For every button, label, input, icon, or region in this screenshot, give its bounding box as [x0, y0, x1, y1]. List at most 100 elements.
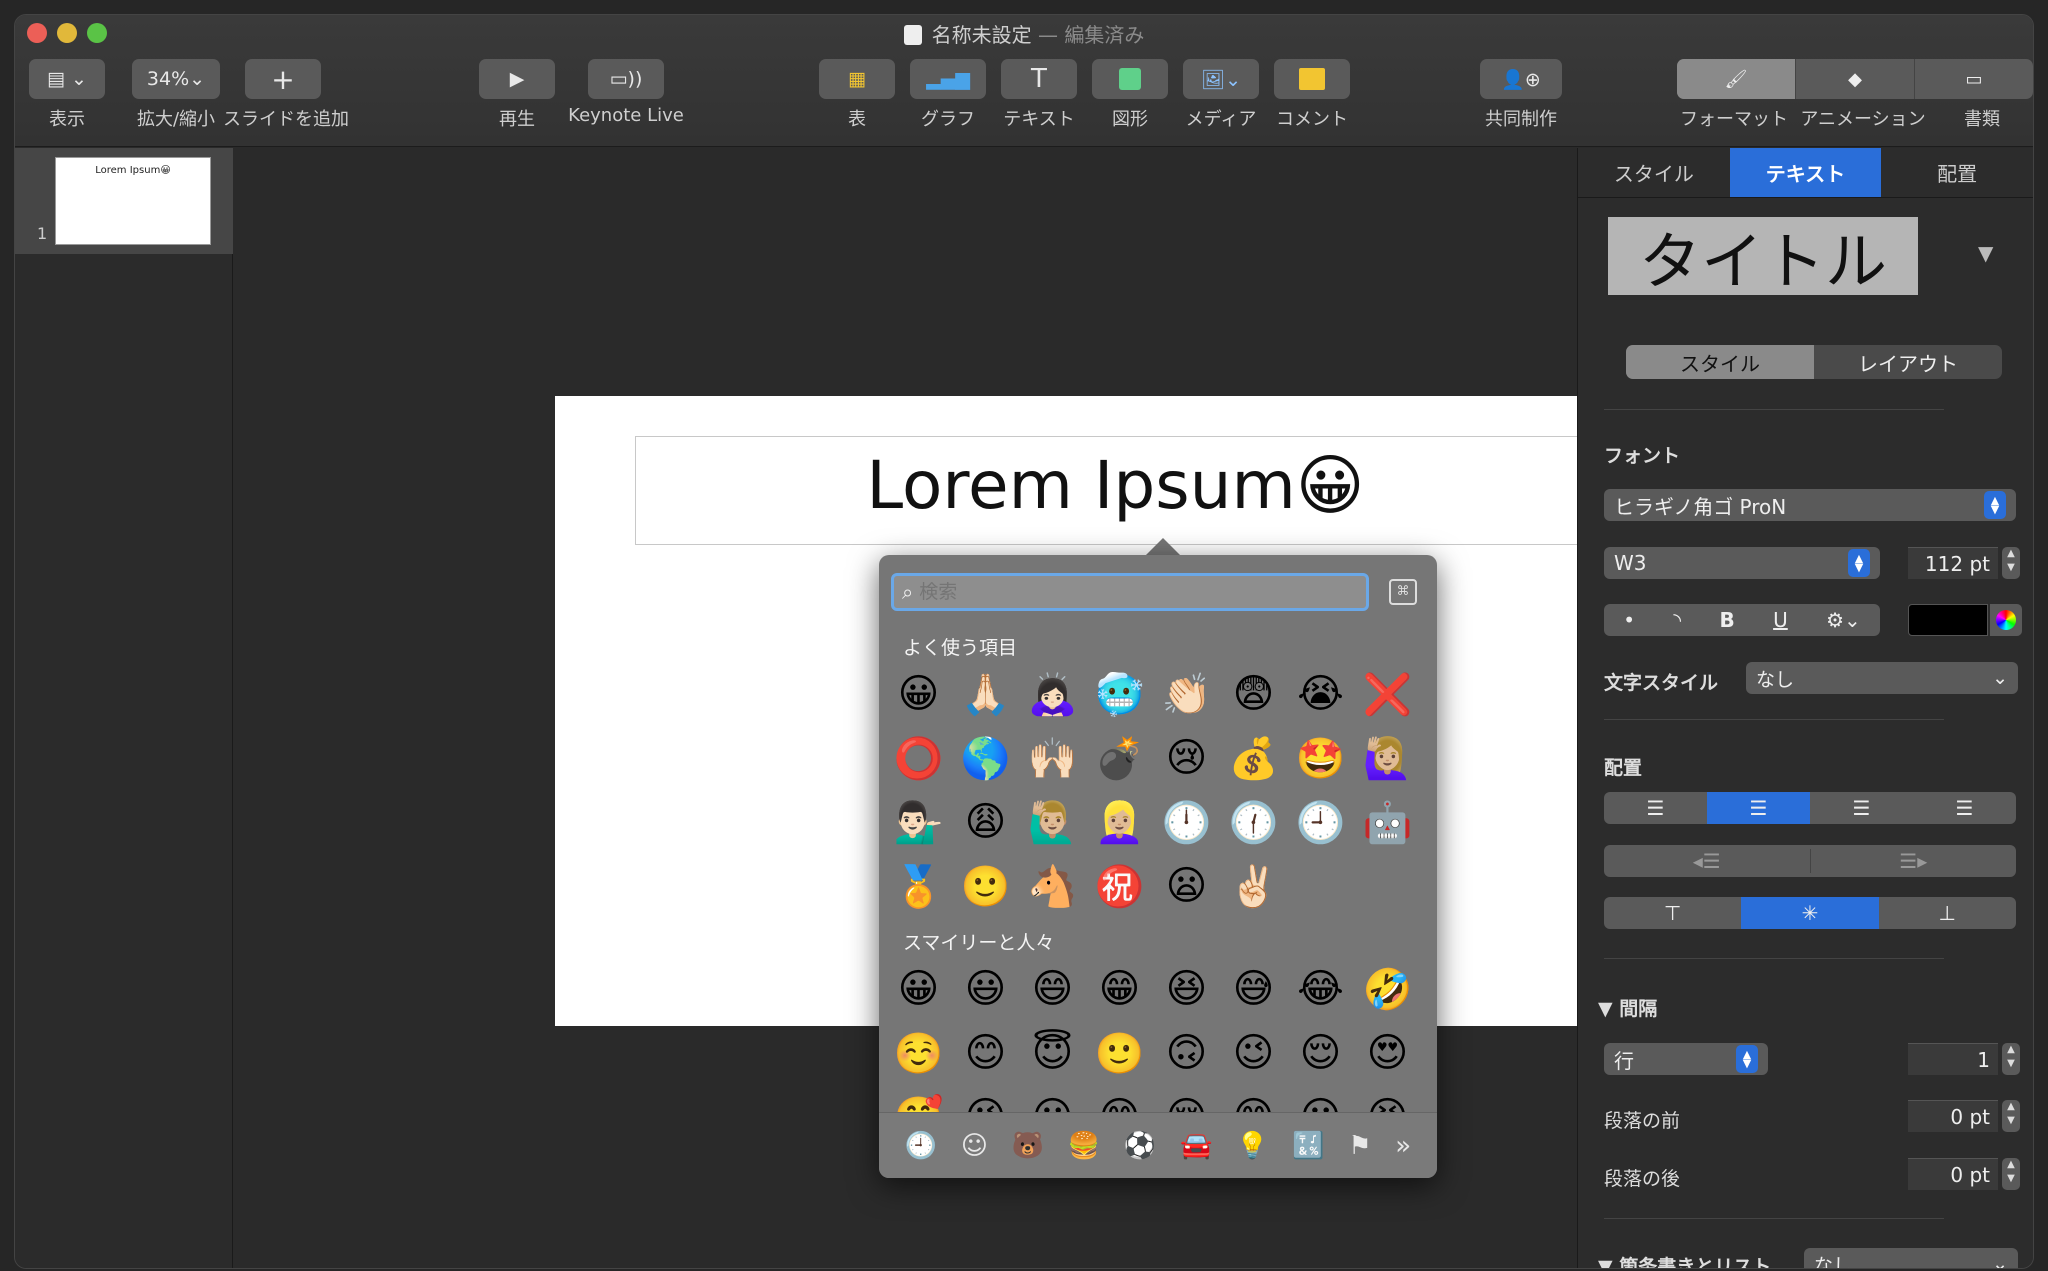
document-panel-icon[interactable]: ▭	[1915, 59, 2033, 99]
emoji-cell[interactable]: 😦	[1153, 854, 1220, 918]
emoji-cell[interactable]: ✌🏻	[1220, 854, 1287, 918]
add-slide-tool[interactable]: + スライドを追加	[223, 59, 349, 131]
symbol-icon[interactable]: 🔣	[1292, 1131, 1324, 1161]
emoji-cell[interactable]: 🏅	[885, 854, 952, 918]
keynote-live-tool[interactable]: ▭)) Keynote Live	[561, 59, 691, 126]
tab-text[interactable]: テキスト	[1729, 148, 1882, 197]
emoji-cell[interactable]: 😀	[885, 662, 952, 726]
emoji-cell[interactable]: 🙂	[952, 854, 1019, 918]
emoji-cell[interactable]: 😅	[1220, 957, 1287, 1021]
emoji-cell[interactable]: 🕧	[1220, 790, 1287, 854]
tab-style[interactable]: スタイル	[1578, 148, 1730, 197]
object-icon[interactable]: 💡	[1236, 1131, 1268, 1161]
emoji-cell[interactable]: 🤣	[1354, 957, 1421, 1021]
bold-button[interactable]: B	[1719, 608, 1734, 632]
line-spacing-select[interactable]: 行 ▲ ▼	[1604, 1043, 1768, 1075]
align-top-icon[interactable]: ⊤	[1604, 901, 1741, 925]
emoji-cell[interactable]: 😭	[1287, 662, 1354, 726]
paragraph-style-preview[interactable]: タイトル	[1608, 217, 1918, 298]
emoji-cell[interactable]: 🐴	[1019, 854, 1086, 918]
emoji-cell[interactable]: 💁🏻‍♂️	[885, 790, 952, 854]
emoji-cell[interactable]: 🙂	[1086, 1021, 1153, 1085]
emoji-cell[interactable]: 😩	[952, 790, 1019, 854]
emoji-cell[interactable]: 🙇🏻‍♀️	[1019, 662, 1086, 726]
collaborate-icon[interactable]: 👤⊕	[1480, 59, 1562, 99]
smiley-icon[interactable]: ☺	[961, 1131, 988, 1161]
comment-icon[interactable]	[1274, 59, 1350, 99]
emoji-cell[interactable]: 👏🏻	[1153, 662, 1220, 726]
color-wheel-icon[interactable]	[1990, 604, 2022, 636]
emoji-search-field[interactable]: ⌕	[891, 573, 1369, 611]
emoji-cell[interactable]: ⭕	[885, 726, 952, 790]
text-color-well[interactable]	[1908, 604, 1988, 636]
emoji-cell[interactable]: ☺️	[885, 1021, 952, 1085]
emoji-cell[interactable]: ❌	[1354, 662, 1421, 726]
chart-icon[interactable]: ▂▄▆	[910, 59, 986, 99]
zoom-tool[interactable]: 34% ⌄ 拡大/縮小	[121, 59, 231, 131]
flag-icon[interactable]: ⚑	[1348, 1131, 1371, 1161]
decrease-indent-icon[interactable]: ◂☰	[1604, 849, 1810, 873]
food-icon[interactable]: 🍔	[1068, 1131, 1100, 1161]
emoji-cell[interactable]: 😆	[1153, 957, 1220, 1021]
align-center-icon[interactable]: ☰	[1707, 792, 1810, 824]
character-viewer-icon[interactable]: ⌘	[1389, 579, 1417, 605]
emoji-cell[interactable]: 😨	[1220, 662, 1287, 726]
emoji-cell[interactable]: 👱🏼‍♀️	[1086, 790, 1153, 854]
emoji-cell[interactable]: 🙌🏻	[1019, 726, 1086, 790]
spacing-section[interactable]: ▼ 間隔	[1598, 994, 1657, 1021]
animate-diamond-icon[interactable]: ◆	[1795, 59, 1915, 99]
bullets-select[interactable]: なし ⌄	[1804, 1248, 2018, 1268]
emoji-cell[interactable]: 💰	[1220, 726, 1287, 790]
emoji-cell[interactable]: 🙃	[1153, 1021, 1220, 1085]
subtab-style[interactable]: スタイル	[1626, 345, 1814, 379]
emoji-cell[interactable]: 🙏🏻	[952, 662, 1019, 726]
underline-button[interactable]: U	[1773, 608, 1788, 632]
shape-tool[interactable]: 図形	[1090, 59, 1170, 131]
emoji-cell[interactable]: 😍	[1354, 1021, 1421, 1085]
emoji-cell[interactable]: 🤖	[1354, 790, 1421, 854]
emoji-search-input[interactable]	[919, 581, 1320, 603]
emoji-cell[interactable]: 😀	[885, 957, 952, 1021]
shape-icon[interactable]	[1092, 59, 1168, 99]
space-after-stepper[interactable]: ▲ ▼	[2002, 1158, 2020, 1190]
slide-thumbnail-row[interactable]: 1 Lorem Ipsum😀	[15, 148, 233, 254]
animal-icon[interactable]: 🐻	[1012, 1131, 1044, 1161]
increase-indent-icon[interactable]: ☰▸	[1809, 849, 2017, 873]
zoom-select[interactable]: 34% ⌄	[132, 59, 220, 99]
emoji-cell[interactable]: 💣	[1086, 726, 1153, 790]
recent-icon[interactable]: 🕘	[905, 1131, 937, 1161]
collaborate-tool[interactable]: 👤⊕ 共同制作	[1471, 59, 1571, 131]
emoji-cell[interactable]: 😁	[1086, 957, 1153, 1021]
text-icon[interactable]: T	[1001, 59, 1077, 99]
emoji-cell[interactable]: 😂	[1287, 957, 1354, 1021]
subtab-layout[interactable]: レイアウト	[1814, 345, 2002, 379]
emoji-cell[interactable]: ㊗️	[1086, 854, 1153, 918]
emoji-cell[interactable]: 😃	[952, 957, 1019, 1021]
keynote-live-icon[interactable]: ▭))	[588, 59, 664, 99]
chevron-down-icon[interactable]: ▼	[1978, 241, 1993, 265]
slide-thumbnail[interactable]: Lorem Ipsum😀	[55, 157, 211, 245]
comment-tool[interactable]: コメント	[1267, 59, 1357, 131]
view-tool[interactable]: ▤ ⌄ 表示	[27, 59, 107, 131]
emoji-cell[interactable]: 🙋🏼‍♀️	[1354, 726, 1421, 790]
font-size-stepper[interactable]: ▲ ▼	[2002, 547, 2020, 579]
table-icon[interactable]: ▦	[819, 59, 895, 99]
emoji-cell[interactable]: 🌎	[952, 726, 1019, 790]
table-tool[interactable]: ▦ 表	[817, 59, 897, 131]
view-icon[interactable]: ▤ ⌄	[29, 59, 105, 99]
play-icon[interactable]: ▶	[479, 59, 555, 99]
format-brush-icon[interactable]: 🖌	[1677, 59, 1795, 99]
emoji-cell[interactable]: 😇	[1019, 1021, 1086, 1085]
emoji-cell[interactable]: 😢	[1153, 726, 1220, 790]
align-left-icon[interactable]: ☰	[1604, 796, 1707, 820]
travel-icon[interactable]: 🚘	[1180, 1131, 1212, 1161]
emoji-cell[interactable]: 🙋🏼‍♂️	[1019, 790, 1086, 854]
italic-icon[interactable]: ◝	[1673, 608, 1681, 632]
plus-icon[interactable]: +	[245, 59, 321, 99]
font-size-field[interactable]: 112 pt	[1908, 547, 1998, 579]
emoji-cell[interactable]: 😌	[1287, 1021, 1354, 1085]
align-bottom-icon[interactable]: ⊥	[1879, 901, 2016, 925]
space-after-field[interactable]: 0 pt	[1908, 1158, 1998, 1190]
line-spacing-field[interactable]: 1	[1908, 1043, 1998, 1075]
bullets-section[interactable]: ▼ 箇条書きとリスト	[1598, 1252, 1771, 1268]
